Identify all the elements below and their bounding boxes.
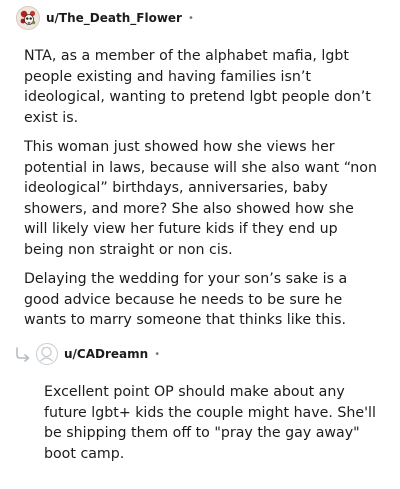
reply-arrow-icon (14, 346, 32, 362)
comment-paragraph: Excellent point OP should make about any… (44, 384, 376, 462)
comment-body: NTA, as a member of the alphabet mafia, … (24, 46, 380, 340)
flower-skull-avatar-icon[interactable] (16, 6, 40, 30)
username[interactable]: u/The_Death_Flower (46, 11, 182, 25)
comment-body: Excellent point OP should make about any… (44, 382, 384, 473)
comment-paragraph: Delaying the wedding for your son’s sake… (24, 271, 348, 328)
comment-header: u/The_Death_Flower • (16, 6, 194, 30)
comment-header: u/CADreamn • (14, 342, 160, 366)
separator-dot: • (154, 348, 161, 360)
default-user-avatar-icon[interactable] (36, 343, 58, 365)
comment-paragraph: This woman just showed how she views her… (24, 139, 377, 258)
separator-dot: • (187, 12, 194, 24)
username[interactable]: u/CADreamn (64, 347, 148, 361)
comment-paragraph: NTA, as a member of the alphabet mafia, … (24, 48, 371, 126)
